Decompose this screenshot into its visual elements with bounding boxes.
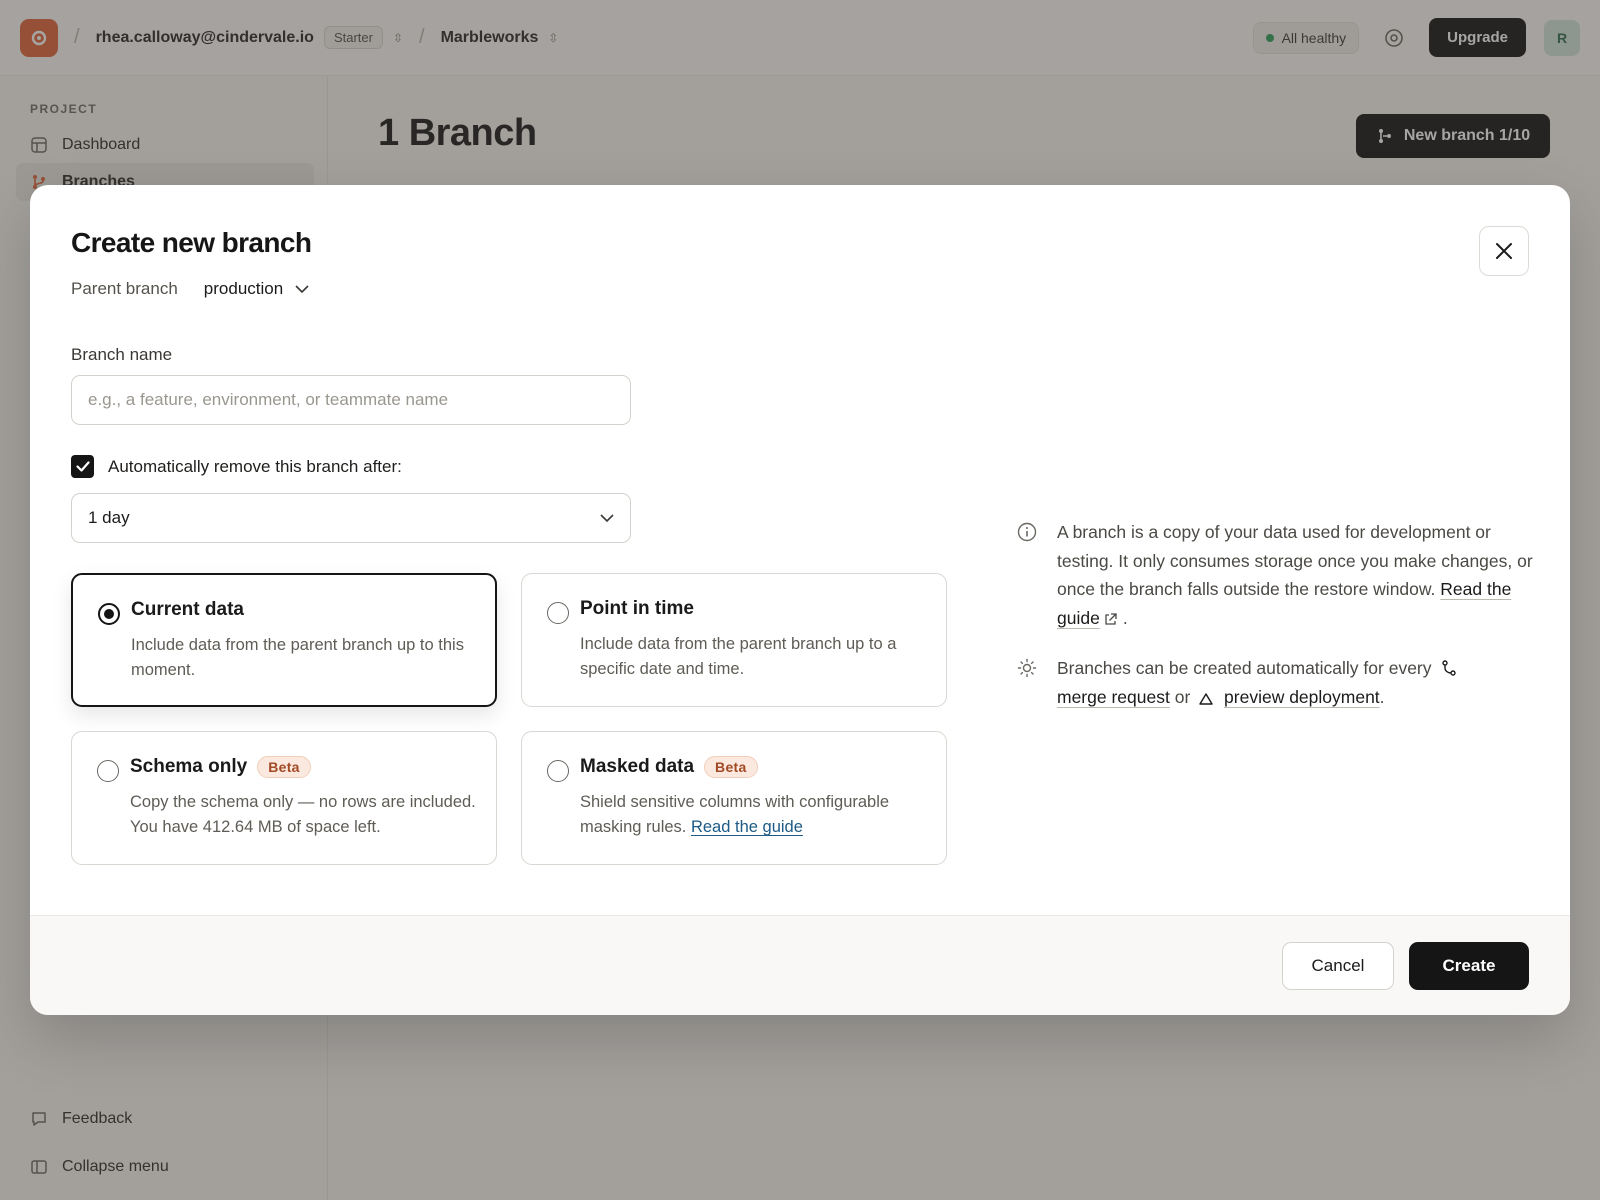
auto-remove-checkbox[interactable] bbox=[71, 455, 94, 478]
info-row-about: A branch is a copy of your data used for… bbox=[1017, 518, 1537, 632]
radio-schema-only[interactable] bbox=[97, 760, 119, 782]
option-description: Include data from the parent branch up t… bbox=[131, 636, 464, 679]
create-branch-dialog: Create new branch Parent branch producti… bbox=[30, 185, 1570, 1015]
chevron-down-icon bbox=[600, 513, 614, 522]
duration-value: 1 day bbox=[88, 508, 130, 527]
external-link-icon bbox=[1105, 612, 1117, 625]
parent-branch-select[interactable]: production bbox=[204, 279, 309, 299]
masking-guide-link[interactable]: Read the guide bbox=[691, 818, 803, 836]
close-button[interactable] bbox=[1479, 226, 1529, 276]
option-masked-data[interactable]: Masked data Beta Shield sensitive column… bbox=[521, 731, 947, 865]
parent-branch-value: production bbox=[203, 279, 284, 298]
option-current-data[interactable]: Current data Include data from the paren… bbox=[71, 573, 497, 707]
dialog-title: Create new branch bbox=[71, 227, 312, 258]
option-title-text: Point in time bbox=[580, 598, 694, 619]
option-title-text: Masked data bbox=[580, 756, 695, 777]
dialog-footer: Cancel Create bbox=[30, 915, 1570, 1015]
auto-remove-row: Automatically remove this branch after: bbox=[71, 455, 402, 478]
info-or: or bbox=[1174, 686, 1191, 707]
parent-branch-row: Parent branch production bbox=[71, 279, 309, 299]
option-point-in-time[interactable]: Point in time Include data from the pare… bbox=[521, 573, 947, 707]
info-panel: A branch is a copy of your data used for… bbox=[1017, 518, 1537, 711]
branch-name-label: Branch name bbox=[71, 345, 173, 364]
option-description: Shield sensitive columns with configurab… bbox=[580, 790, 928, 840]
radio-masked-data[interactable] bbox=[547, 760, 569, 782]
option-description: Include data from the parent branch up t… bbox=[580, 635, 897, 678]
info-row-automation: Branches can be created automatically fo… bbox=[1017, 654, 1537, 711]
info-text-automation: Branches can be created automatically fo… bbox=[1057, 654, 1462, 711]
option-title: Point in time bbox=[580, 598, 694, 620]
merge-request-link[interactable]: merge request bbox=[1057, 687, 1170, 707]
option-title: Current data bbox=[131, 599, 244, 621]
parent-branch-label: Parent branch bbox=[71, 279, 178, 298]
beta-badge: Beta bbox=[704, 756, 758, 778]
close-icon bbox=[1496, 243, 1512, 259]
triangle-icon bbox=[1199, 692, 1213, 705]
option-title-text: Current data bbox=[131, 599, 244, 620]
chevron-down-icon bbox=[295, 284, 309, 293]
checkmark-icon bbox=[75, 461, 90, 472]
cancel-button[interactable]: Cancel bbox=[1282, 942, 1394, 990]
merge-request-icon bbox=[1441, 660, 1456, 676]
info-text-about: A branch is a copy of your data used for… bbox=[1057, 522, 1533, 628]
option-title-text: Schema only bbox=[130, 756, 248, 777]
radio-point-in-time[interactable] bbox=[547, 602, 569, 624]
sun-icon bbox=[1017, 654, 1039, 711]
info-body: Branches can be created automatically fo… bbox=[1057, 658, 1432, 678]
auto-remove-label: Automatically remove this branch after: bbox=[108, 456, 402, 476]
option-schema-only[interactable]: Schema only Beta Copy the schema only — … bbox=[71, 731, 497, 865]
beta-badge: Beta bbox=[257, 756, 311, 778]
radio-current-data[interactable] bbox=[98, 603, 120, 625]
create-button[interactable]: Create bbox=[1409, 942, 1529, 990]
preview-deployment-link[interactable]: preview deployment bbox=[1224, 687, 1380, 707]
info-icon bbox=[1017, 518, 1039, 632]
branch-name-input[interactable] bbox=[71, 375, 631, 425]
option-title: Schema only Beta bbox=[130, 756, 311, 778]
duration-select[interactable]: 1 day bbox=[71, 493, 631, 543]
option-title: Masked data Beta bbox=[580, 756, 758, 778]
option-description: Copy the schema only — no rows are inclu… bbox=[130, 793, 476, 836]
